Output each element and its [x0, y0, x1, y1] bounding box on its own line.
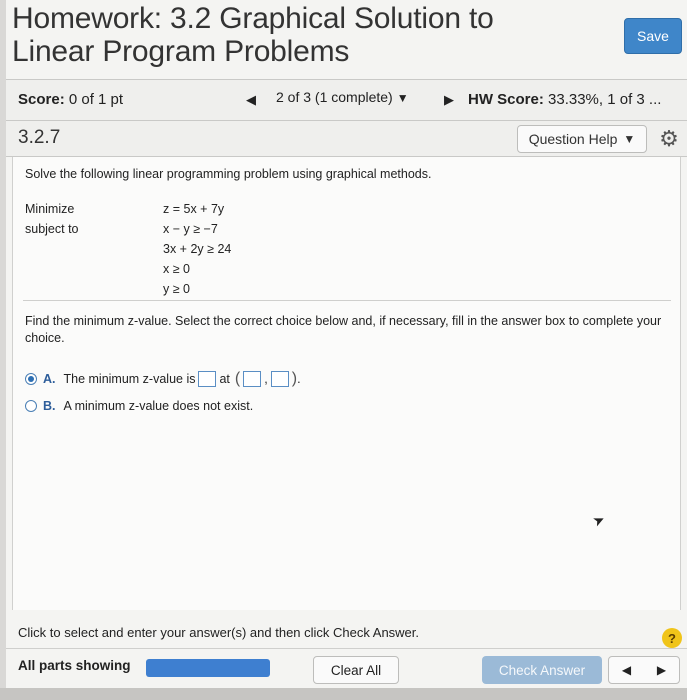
mouse-cursor-icon: ➤ — [589, 510, 608, 530]
constraint: x ≥ 0 — [163, 262, 191, 276]
previous-part-icon[interactable]: ◀ — [622, 663, 631, 677]
footer-divider — [6, 648, 687, 649]
hw-score: HW Score: 33.33%, 1 of 3 ... — [468, 91, 661, 108]
score-label: Score: — [18, 91, 65, 108]
hw-score-label: HW Score: — [468, 91, 544, 108]
constraint: 3x + 2y ≥ 24 — [163, 242, 232, 256]
lp-labels: Minimize subject to — [25, 199, 79, 239]
question-help-label: Question Help — [528, 131, 618, 147]
clear-all-button[interactable]: Clear All — [313, 656, 399, 684]
min-z-value-input[interactable] — [198, 371, 217, 387]
choice-b[interactable]: B. A minimum z-value does not exist. — [25, 399, 253, 413]
bottom-edge — [0, 688, 687, 700]
page-title-line1: Homework: 3.2 Graphical Solution to — [12, 2, 494, 35]
score-value: 0 of 1 pt — [68, 91, 124, 108]
parts-progress-bar — [146, 659, 270, 677]
divider — [23, 300, 671, 301]
question-help-button[interactable]: Question Help ▼ — [517, 125, 647, 153]
check-answer-button[interactable]: Check Answer — [482, 656, 602, 684]
constraint: x − y ≥ −7 — [163, 222, 218, 236]
score-bar: Score: 0 of 1 pt ◀ 2 of 3 (1 complete) ▼ … — [6, 79, 687, 121]
question-panel: Solve the following linear programming p… — [12, 157, 681, 610]
choice-a-letter: A. — [43, 372, 56, 386]
page-header: Homework: 3.2 Graphical Solution to Line… — [12, 2, 532, 68]
choice-a-radio[interactable] — [25, 373, 37, 385]
open-paren: ( — [234, 370, 241, 387]
question-selector-dropdown[interactable]: 2 of 3 (1 complete) ▼ — [276, 89, 409, 105]
question-score: Score: 0 of 1 pt — [18, 91, 123, 108]
question-number: 3.2.7 — [18, 127, 61, 148]
question-bar: 3.2.7 Question Help ▼ ⚙ — [6, 121, 687, 157]
choice-b-letter: B. — [43, 399, 56, 413]
choice-a-text: The minimum z-value is — [63, 372, 196, 386]
minimize-label: Minimize — [25, 202, 75, 216]
gear-icon[interactable]: ⚙ — [657, 127, 681, 151]
instruction-text: Solve the following linear programming p… — [25, 167, 432, 181]
subject-to-label: subject to — [25, 222, 79, 236]
question-prompt: Find the minimum z-value. Select the cor… — [25, 314, 662, 345]
comma-separator: , — [264, 372, 268, 386]
next-part-icon[interactable]: ▶ — [657, 663, 666, 677]
lp-equations: z = 5x + 7y x − y ≥ −7 3x + 2y ≥ 24 x ≥ … — [163, 199, 231, 299]
caret-down-icon: ▼ — [623, 132, 636, 146]
constraint: y ≥ 0 — [163, 282, 191, 296]
caret-down-icon: ▼ — [396, 91, 409, 105]
save-button[interactable]: Save — [624, 18, 682, 54]
all-parts-showing-label: All parts showing — [18, 658, 131, 673]
choice-b-radio[interactable] — [25, 400, 37, 412]
y-coordinate-input[interactable] — [270, 371, 289, 387]
question-selector-label: 2 of 3 (1 complete) — [276, 89, 393, 105]
page-title-line2: Linear Program Problems — [12, 35, 350, 68]
choice-a-at: at — [219, 372, 230, 386]
help-icon[interactable]: ? — [662, 628, 682, 648]
x-coordinate-input[interactable] — [243, 371, 262, 387]
choice-b-text: A minimum z-value does not exist. — [63, 399, 254, 413]
objective-function: z = 5x + 7y — [163, 202, 225, 216]
hw-score-value: 33.33%, 1 of 3 ... — [548, 91, 662, 108]
next-question-arrow-icon[interactable]: ▶ — [444, 92, 454, 108]
choice-a[interactable]: A. The minimum z-value is at ( , ) . — [25, 370, 301, 388]
part-pager: ◀ ▶ — [608, 656, 680, 684]
footer-instruction: Click to select and enter your answer(s)… — [18, 625, 420, 640]
period: . — [297, 372, 301, 386]
previous-question-arrow-icon[interactable]: ◀ — [246, 92, 256, 108]
